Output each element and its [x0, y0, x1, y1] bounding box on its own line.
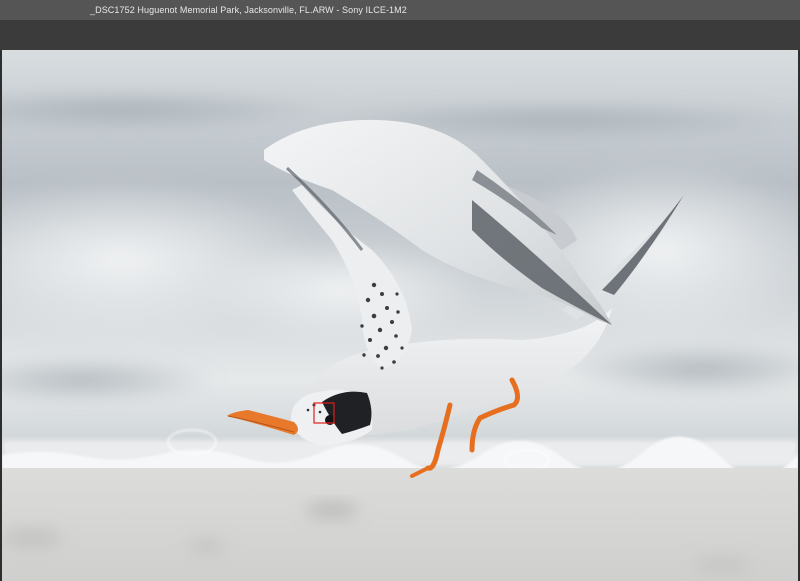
- photo-canvas[interactable]: [2, 50, 798, 581]
- image-viewer[interactable]: [0, 50, 800, 581]
- photo-image: [2, 50, 798, 581]
- window-title: _DSC1752 Huguenot Memorial Park, Jackson…: [90, 5, 407, 15]
- toolbar: [0, 20, 800, 50]
- title-bar: _DSC1752 Huguenot Memorial Park, Jackson…: [0, 0, 800, 20]
